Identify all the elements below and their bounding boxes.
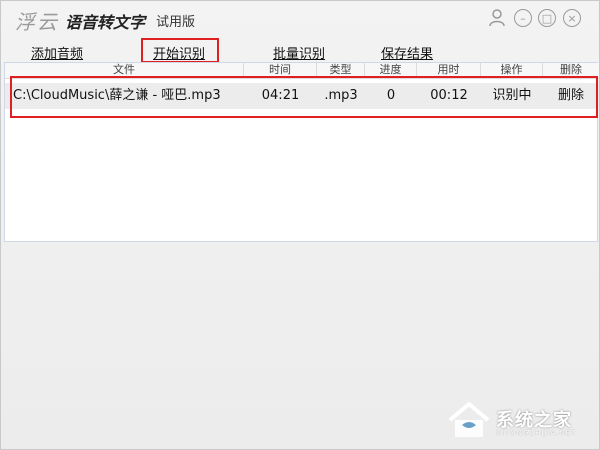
- col-header-progress[interactable]: 进度: [365, 63, 417, 79]
- delete-button[interactable]: 删除: [543, 83, 599, 109]
- cell-file: C:\CloudMusic\薛之谦 - 哑巴.mp3: [13, 88, 221, 103]
- app-title: 语音转文字: [65, 13, 146, 32]
- close-button[interactable]: ×: [563, 9, 581, 27]
- add-audio-menu[interactable]: 添加音频: [31, 43, 83, 62]
- col-header-elapsed[interactable]: 用时: [417, 63, 481, 79]
- cell-time: 04:21: [261, 88, 300, 103]
- col-header-action[interactable]: 操作: [481, 63, 543, 79]
- minimize-button[interactable]: –: [514, 9, 532, 27]
- table-row[interactable]: C:\CloudMusic\薛之谦 - 哑巴.mp3 04:21 .mp3 0 …: [5, 83, 599, 109]
- user-icon-svg: [489, 9, 505, 27]
- batch-recognition-menu[interactable]: 批量识别: [273, 43, 325, 62]
- user-icon[interactable]: [488, 9, 506, 27]
- action-recognizing[interactable]: 识别中: [481, 83, 543, 109]
- watermark-house-icon: [448, 402, 490, 437]
- maximize-button[interactable]: □: [538, 9, 556, 27]
- cell-progress: 0: [386, 88, 396, 103]
- app-window: 浮云 语音转文字 试用版 – □ × 添加音频 开始识别 批量识别 保存结果 文…: [0, 0, 600, 450]
- col-header-file[interactable]: 文件: [5, 63, 244, 79]
- watermark-url: XITONGZHIJIA.NET: [496, 429, 577, 437]
- title-bar: 浮云 语音转文字 试用版 – □ ×: [1, 1, 600, 39]
- start-recognition-menu[interactable]: 开始识别: [153, 43, 205, 62]
- col-header-time[interactable]: 时间: [244, 63, 317, 79]
- col-header-type[interactable]: 类型: [317, 63, 365, 79]
- edition-label: 试用版: [156, 15, 196, 30]
- save-results-menu[interactable]: 保存结果: [381, 43, 433, 62]
- menu-bar: 添加音频 开始识别 批量识别 保存结果: [1, 39, 600, 63]
- file-table: 文件 时间 类型 进度 用时 操作 删除 C:\CloudMusic\薛之谦 -…: [4, 62, 599, 242]
- brand-logo: 浮云: [15, 10, 59, 34]
- table-header: 文件 时间 类型 进度 用时 操作 删除: [5, 63, 599, 79]
- cell-type: .mp3: [324, 88, 358, 103]
- watermark: 系统之家 XITONGZHIJIA.NET: [446, 396, 596, 446]
- col-header-delete[interactable]: 删除: [543, 63, 599, 79]
- cell-elapsed: 00:12: [430, 88, 468, 103]
